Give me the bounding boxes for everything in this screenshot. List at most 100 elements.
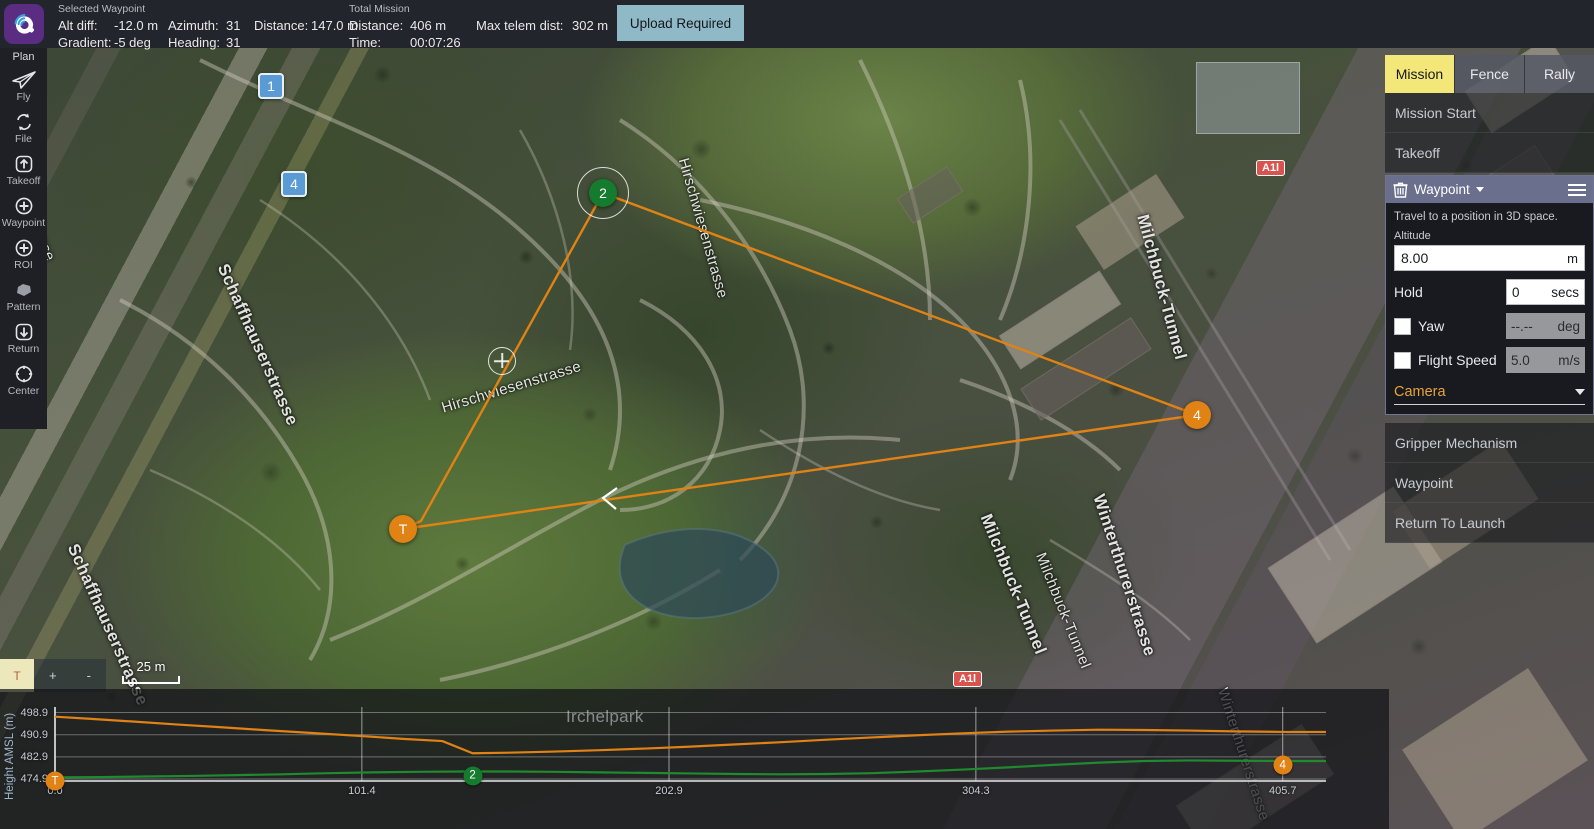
camera-label: Camera xyxy=(1394,384,1446,400)
hold-unit: secs xyxy=(1551,285,1579,300)
alt-diff-label: Alt diff: xyxy=(58,18,98,33)
elevation-waypoint-marker[interactable]: 2 xyxy=(463,766,482,785)
heading-label: Heading: xyxy=(168,35,220,50)
toolstrip-item-takeoff[interactable]: Takeoff xyxy=(0,153,47,195)
elevation-waypoint-marker[interactable]: 4 xyxy=(1273,756,1292,775)
sync-file-icon xyxy=(14,111,34,133)
map-poi-marker[interactable]: 1 xyxy=(258,73,284,99)
elevation-x-tick: 405.7 xyxy=(1269,785,1297,797)
polygon-pattern-icon xyxy=(14,279,34,301)
toolstrip-item-plan[interactable]: Plan xyxy=(0,51,47,69)
altitude-label: Altitude xyxy=(1394,230,1585,242)
flight-speed-value: 5.0 xyxy=(1511,353,1530,368)
map-highway-shield: A1l xyxy=(953,671,982,687)
terrain-toggle-button[interactable]: T xyxy=(0,659,34,692)
qgroundcontrol-window: SchaffhauserstrasseSchaffhauserstrasseHi… xyxy=(0,0,1594,829)
yaw-checkbox[interactable] xyxy=(1394,318,1411,335)
toolstrip-item-pattern[interactable]: Pattern xyxy=(0,279,47,321)
mission-editor-panel: Mission Fence Rally Mission Start Takeof… xyxy=(1385,55,1594,543)
yaw-input[interactable]: --.-- deg xyxy=(1506,313,1585,339)
crosshair-center-icon xyxy=(14,363,34,385)
elevation-x-tick: 101.4 xyxy=(348,785,376,797)
mission-item-return-to-launch[interactable]: Return To Launch xyxy=(1385,503,1594,543)
upload-required-button[interactable]: Upload Required xyxy=(617,5,744,41)
hold-row: Hold 0 secs xyxy=(1394,279,1585,305)
map-poi-marker[interactable]: 4 xyxy=(281,171,307,197)
zoom-in-button[interactable]: + xyxy=(49,668,57,683)
alt-diff-value: -12.0 m xyxy=(114,18,158,33)
selected-waypoint-stats: Selected Waypoint Alt diff: -12.0 m Grad… xyxy=(50,0,300,48)
return-arrow-down-icon xyxy=(14,321,34,343)
yaw-value: --.-- xyxy=(1511,319,1533,334)
toolstrip-item-fly[interactable]: Fly xyxy=(0,69,47,111)
total-mission-caption: Total Mission xyxy=(349,3,410,15)
plan-toolstrip: Plan Fly File Takeoff Waypoint xyxy=(0,48,47,429)
max-telem-dist-label: Max telem dist: xyxy=(476,18,563,33)
crosshair-insert-waypoint-icon[interactable] xyxy=(488,347,516,375)
waypoint-card-header: Waypoint xyxy=(1386,176,1593,203)
plus-circle-icon xyxy=(14,237,34,259)
flight-speed-input[interactable]: 5.0 m/s xyxy=(1506,347,1585,373)
camera-section-toggle[interactable]: Camera xyxy=(1394,384,1585,405)
hamburger-menu-icon[interactable] xyxy=(1568,184,1586,196)
mission-time-label: Time: xyxy=(349,35,381,50)
map-controls-group: T + - xyxy=(0,659,106,692)
elevation-y-tick: 498.9 xyxy=(0,707,48,719)
toolstrip-item-waypoint[interactable]: Waypoint xyxy=(0,195,47,237)
elevation-profile-svg xyxy=(0,689,1389,829)
map-scale-label: 25 m xyxy=(122,659,180,674)
map-waypoint-marker[interactable]: T xyxy=(389,515,417,543)
map-highway-shield: A1l xyxy=(1256,160,1285,176)
toolstrip-label-plan: Plan xyxy=(12,51,34,63)
waypoint-card-body: Travel to a position in 3D space. Altitu… xyxy=(1386,203,1593,414)
toolstrip-label-takeoff: Takeoff xyxy=(7,175,41,187)
mission-item-waypoint[interactable]: Waypoint xyxy=(1385,463,1594,503)
azimuth-label: Azimuth: xyxy=(168,18,219,33)
map-scale-bar-line xyxy=(122,676,180,684)
map-scale-bar: 25 m xyxy=(122,659,180,684)
selected-waypoint-caption: Selected Waypoint xyxy=(58,3,145,15)
plan-category-tabs: Mission Fence Rally xyxy=(1385,55,1594,93)
caret-down-icon xyxy=(1575,389,1585,395)
hold-label: Hold xyxy=(1394,284,1423,300)
mission-item-takeoff[interactable]: Takeoff xyxy=(1385,133,1594,173)
toolstrip-item-file[interactable]: File xyxy=(0,111,47,153)
paper-plane-icon xyxy=(12,69,36,91)
elevation-y-tick: 490.9 xyxy=(0,729,48,741)
mission-item-mission-start[interactable]: Mission Start xyxy=(1385,93,1594,133)
elevation-profile: Height AMSL (m) Irchelpark 474.9482.9490… xyxy=(0,689,1389,829)
toolstrip-label-center: Center xyxy=(8,385,40,397)
trash-icon[interactable] xyxy=(1393,182,1408,198)
takeoff-arrow-up-icon xyxy=(14,153,34,175)
waypoint-description: Travel to a position in 3D space. xyxy=(1394,211,1585,223)
top-toolbar: Selected Waypoint Alt diff: -12.0 m Grad… xyxy=(0,0,1594,48)
zoom-out-button[interactable]: - xyxy=(87,668,91,683)
toolstrip-item-center[interactable]: Center xyxy=(0,363,47,405)
toolstrip-item-return[interactable]: Return xyxy=(0,321,47,363)
elevation-waypoint-marker[interactable]: T xyxy=(46,772,65,791)
altitude-input[interactable]: 8.00 m xyxy=(1394,245,1585,271)
elevation-y-tick: 482.9 xyxy=(0,751,48,763)
map-waypoint-marker[interactable]: 4 xyxy=(1183,401,1211,429)
tab-mission[interactable]: Mission xyxy=(1385,55,1454,93)
flight-speed-checkbox[interactable] xyxy=(1394,352,1411,369)
hold-input[interactable]: 0 secs xyxy=(1506,279,1585,305)
hold-value: 0 xyxy=(1512,285,1520,300)
toolstrip-label-return: Return xyxy=(8,343,40,355)
total-mission-stats: Total Mission Distance: 406 m Time: 00:0… xyxy=(300,0,620,48)
caret-down-icon[interactable] xyxy=(1476,187,1484,192)
toolstrip-item-roi[interactable]: ROI xyxy=(0,237,47,279)
tab-fence[interactable]: Fence xyxy=(1454,55,1524,93)
map-waypoint-marker[interactable]: 2 xyxy=(589,179,617,207)
gradient-value: -5 deg xyxy=(114,35,151,50)
altitude-value: 8.00 xyxy=(1401,250,1428,266)
toolstrip-label-roi: ROI xyxy=(14,259,33,271)
tab-rally[interactable]: Rally xyxy=(1524,55,1594,93)
elevation-y-tick: 474.9 xyxy=(0,773,48,785)
mission-item-gripper-mechanism[interactable]: Gripper Mechanism xyxy=(1385,423,1594,463)
qgroundcontrol-logo-icon[interactable] xyxy=(4,4,44,44)
yaw-unit: deg xyxy=(1557,319,1580,334)
yaw-label: Yaw xyxy=(1418,318,1444,334)
yaw-row: Yaw --.-- deg xyxy=(1394,313,1585,339)
mission-time-value: 00:07:26 xyxy=(410,35,461,50)
